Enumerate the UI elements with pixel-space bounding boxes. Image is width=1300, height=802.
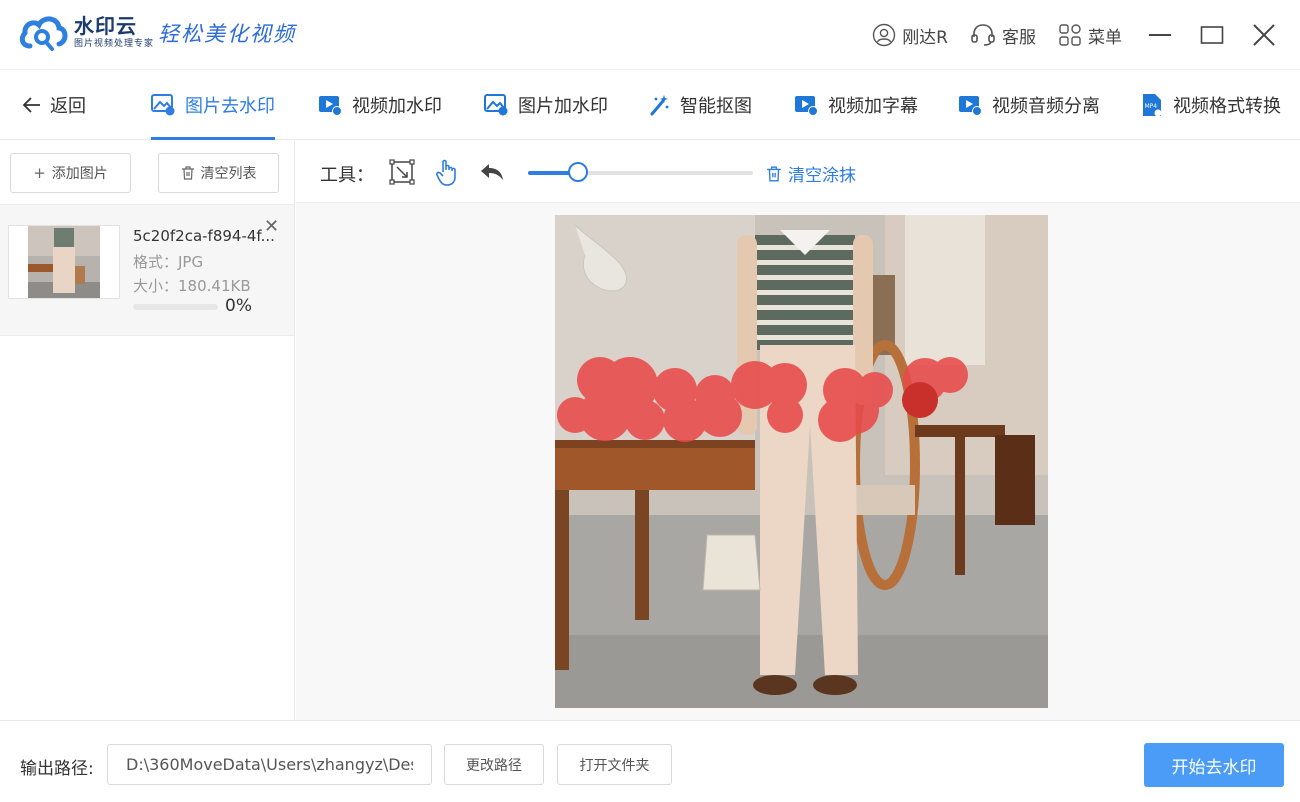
tab-label: 视频格式转换 [1173, 96, 1281, 117]
image-remove-watermark-icon [151, 94, 175, 116]
editing-canvas: 工具： 清空涂抹 [296, 141, 1300, 720]
brush-size-handle[interactable] [567, 162, 588, 182]
output-path-input[interactable] [107, 744, 432, 785]
tools-label: 工具： [320, 165, 374, 186]
tab-video-add-watermark[interactable]: 视频加水印 [318, 70, 442, 140]
file-format: 格式：JPG [133, 253, 204, 271]
hand-pointer-icon [436, 159, 456, 186]
rect-select-icon [389, 159, 415, 185]
image-add-watermark-icon [484, 94, 508, 116]
list-item[interactable]: 5c20f2ca-f894-4f... 格式：JPG 大小：180.41KB 0… [0, 204, 294, 336]
tab-image-remove-watermark[interactable]: 图片去水印 [151, 70, 275, 140]
tab-label: 智能抠图 [680, 96, 752, 117]
logo-subtitle: 图片视频处理专家 [74, 39, 155, 49]
open-folder-label: 打开文件夹 [579, 757, 650, 774]
file-list-panel: + 添加图片 清空列表 5c20f2ca-f894-4f... 格式：JPG 大… [0, 141, 295, 720]
maximize-button[interactable] [1196, 19, 1228, 51]
logo-name: 水印云 [74, 14, 137, 38]
image-preview[interactable] [555, 215, 1048, 708]
video-add-watermark-icon [319, 96, 342, 116]
mp4-convert-icon: MP4 [1143, 94, 1162, 117]
file-progress-text: 0% [225, 296, 252, 316]
user-name: 刚达R [902, 27, 948, 48]
tab-label: 图片加水印 [518, 96, 608, 117]
trash-icon [181, 166, 194, 180]
back-label: 返回 [50, 96, 86, 117]
remove-file-icon[interactable]: ✕ [264, 216, 279, 237]
tab-video-audio-split[interactable]: 视频音频分离 [958, 70, 1100, 140]
brush-size-slider[interactable] [528, 171, 753, 175]
brush-hand-tool[interactable] [434, 159, 460, 186]
undo-button[interactable] [479, 159, 505, 185]
output-bar: 输出路径: 更改路径 打开文件夹 开始去水印 [0, 720, 1300, 802]
service-label: 客服 [1002, 27, 1036, 48]
clear-paint-button[interactable]: 清空涂抹 [766, 161, 856, 186]
app-window: 水印云 图片视频处理专家 轻松美化视频 刚达R 客服 菜单 返回 图片去水印 视… [0, 0, 1300, 802]
file-progress-bar [133, 304, 218, 310]
add-image-label: 添加图片 [51, 166, 108, 182]
tab-image-add-watermark[interactable]: 图片加水印 [484, 70, 608, 140]
title-bar: 水印云 图片视频处理专家 轻松美化视频 刚达R 客服 菜单 [0, 0, 1300, 70]
minimize-icon [1149, 34, 1171, 36]
start-remove-watermark-button[interactable]: 开始去水印 [1144, 743, 1284, 787]
video-audio-split-icon [959, 96, 982, 116]
tab-label: 图片去水印 [185, 96, 275, 117]
grid-menu-icon [1059, 24, 1081, 46]
user-icon [872, 23, 896, 47]
file-thumbnail [8, 225, 120, 299]
file-size: 大小：180.41KB [133, 277, 251, 295]
trash-icon [767, 165, 781, 182]
back-button[interactable]: 返回 [22, 92, 86, 118]
magic-wand-icon [650, 95, 669, 116]
clear-list-label: 清空列表 [200, 166, 257, 182]
video-subtitle-icon [795, 96, 818, 116]
open-folder-button[interactable]: 打开文件夹 [557, 744, 672, 785]
customer-service-button[interactable]: 客服 [970, 23, 1036, 48]
tab-label: 视频加水印 [352, 96, 442, 117]
menu-button[interactable]: 菜单 [1058, 23, 1122, 48]
close-icon [1253, 24, 1275, 46]
close-button[interactable] [1248, 19, 1280, 51]
file-name: 5c20f2ca-f894-4f... [133, 227, 275, 245]
clear-list-button[interactable]: 清空列表 [158, 153, 279, 193]
menu-label: 菜单 [1088, 27, 1122, 48]
maximize-icon [1200, 26, 1224, 44]
plus-icon: + [33, 164, 46, 182]
rect-select-tool[interactable] [389, 159, 415, 185]
tool-toolbar: 工具： 清空涂抹 [296, 141, 1300, 203]
svg-text:MP4: MP4 [1145, 103, 1158, 110]
app-logo: 水印云 图片视频处理专家 [18, 12, 154, 52]
arrow-left-icon [22, 97, 40, 113]
clear-paint-label: 清空涂抹 [788, 166, 856, 186]
change-path-label: 更改路径 [466, 757, 522, 774]
tab-smart-cutout[interactable]: 智能抠图 [650, 70, 752, 140]
tab-video-format-convert[interactable]: MP4 视频格式转换 [1141, 70, 1281, 140]
photo-scene [555, 215, 1048, 708]
minimize-button[interactable] [1144, 19, 1176, 51]
user-account[interactable]: 刚达R [872, 23, 948, 48]
tab-video-subtitle[interactable]: 视频加字幕 [794, 70, 918, 140]
add-image-button[interactable]: + 添加图片 [10, 153, 131, 193]
undo-icon [481, 164, 503, 180]
tab-label: 视频加字幕 [828, 96, 918, 117]
output-path-label: 输出路径: [20, 759, 94, 779]
start-label: 开始去水印 [1171, 757, 1257, 778]
feature-tab-bar: 返回 图片去水印 视频加水印 图片加水印 智能抠图 视频加字幕 视频音频分离 M… [0, 70, 1300, 140]
slogan: 轻松美化视频 [158, 22, 296, 46]
cloud-logo-icon [19, 16, 68, 51]
change-path-button[interactable]: 更改路径 [444, 744, 544, 785]
tab-label: 视频音频分离 [992, 96, 1100, 117]
headset-icon [971, 24, 995, 46]
